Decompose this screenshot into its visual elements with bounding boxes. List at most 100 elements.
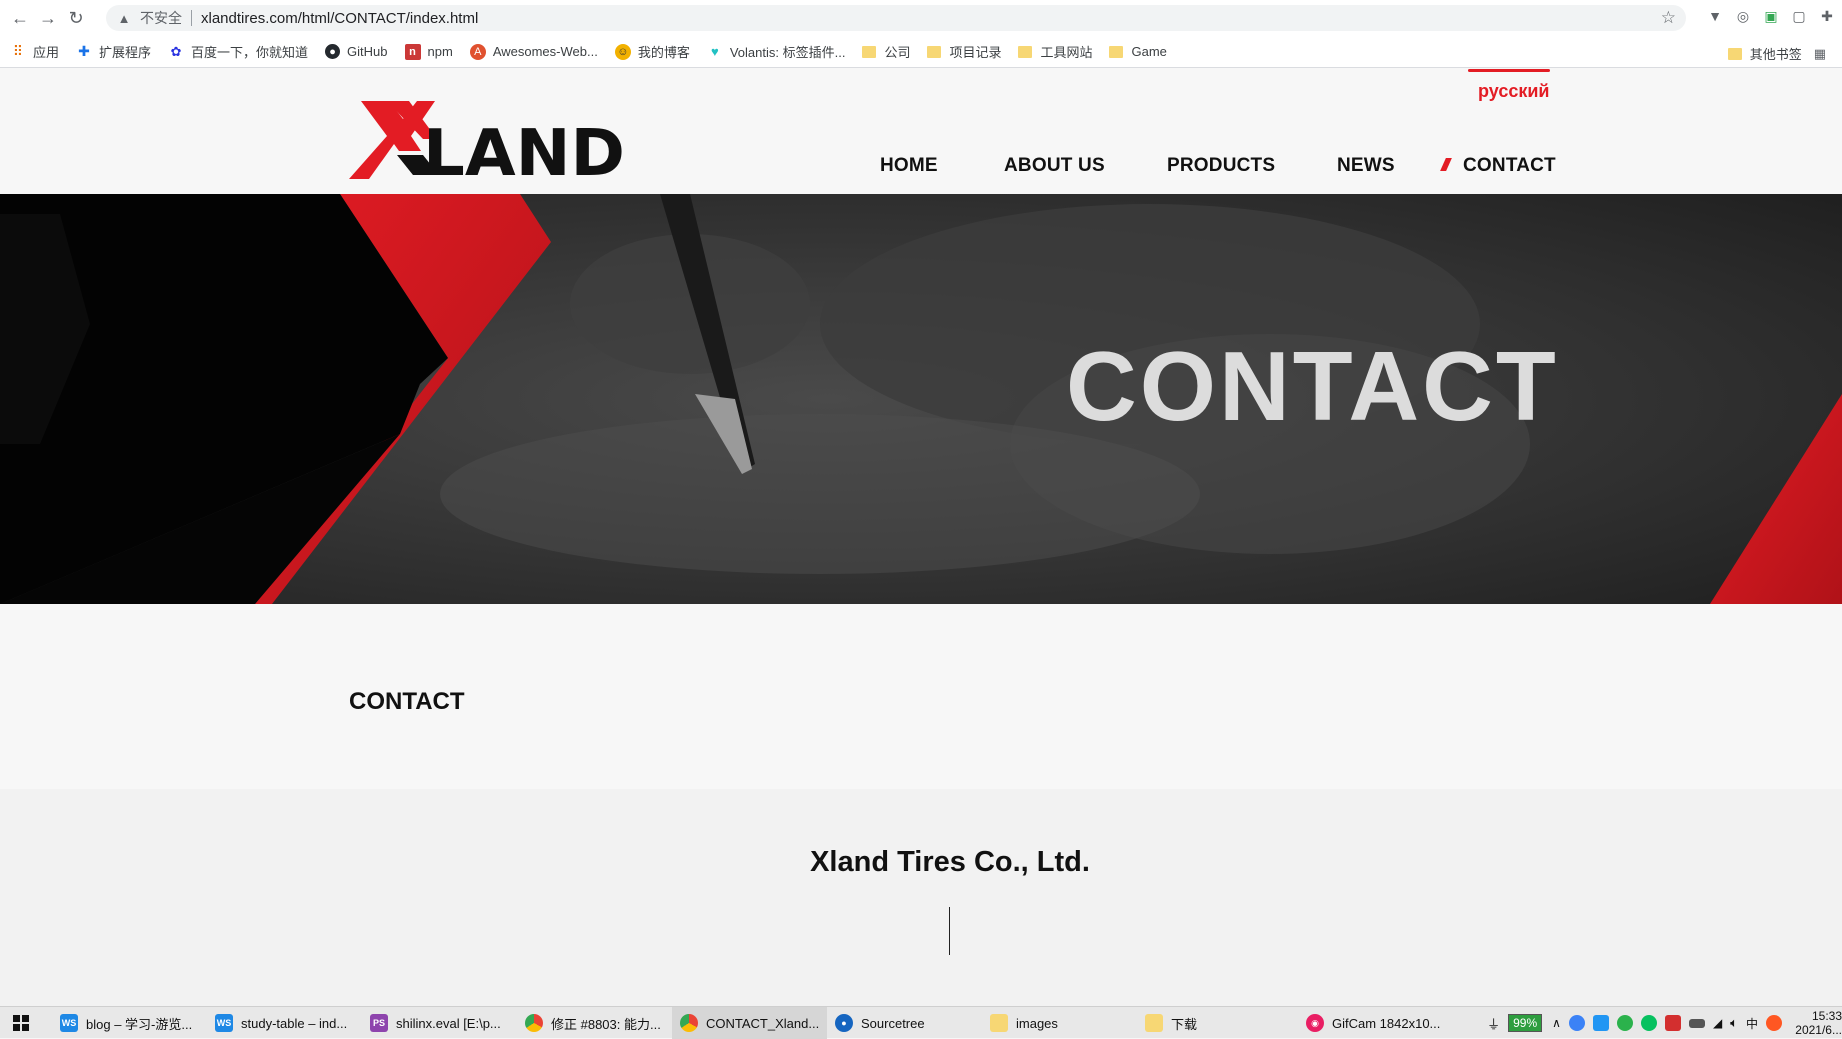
- network-icon[interactable]: ◢: [1713, 1016, 1722, 1030]
- bookmark-label: 公司: [884, 45, 911, 60]
- bookmark-volantis[interactable]: ♥ Volantis: 标签插件...: [707, 42, 845, 61]
- other-bookmarks-label: 其他书签: [1749, 47, 1802, 62]
- folder-icon: [927, 45, 942, 58]
- taskbar-item-shilinx[interactable]: PS shilinx.eval [E:\p...: [362, 1007, 509, 1039]
- bookmark-label: Awesomes-Web...: [492, 44, 598, 59]
- bookmark-extensions[interactable]: ✚ 扩展程序: [76, 42, 151, 61]
- company-name: Xland Tires Co., Ltd.: [810, 846, 1090, 878]
- folder-icon: [990, 1014, 1008, 1032]
- vue-devtools-icon[interactable]: ▼: [1706, 7, 1724, 25]
- warning-icon: ▲: [117, 10, 131, 26]
- power-plug-icon[interactable]: ⏚: [1487, 1014, 1500, 1033]
- bookmark-github[interactable]: ● GitHub: [325, 44, 388, 59]
- taskbar-item-images[interactable]: images: [982, 1007, 1066, 1039]
- system-tray: ⏚ 99% ∧ ◢ 🔈︎ 中 15:33 2021/6...: [1487, 1007, 1842, 1039]
- tray-red-app-icon[interactable]: [1664, 1015, 1681, 1031]
- extension-green-icon[interactable]: ▣: [1762, 7, 1780, 25]
- nav-home[interactable]: HOME: [880, 155, 938, 177]
- folder-icon: [1018, 45, 1033, 58]
- address-bar[interactable]: ▲ 不安全 xlandtires.com/html/CONTACT/index.…: [106, 5, 1686, 31]
- volume-icon[interactable]: 🔈︎: [1730, 1015, 1738, 1031]
- tray-app-icon[interactable]: [1568, 1015, 1585, 1031]
- taskbar-item-sourcetree[interactable]: ● Sourcetree: [827, 1007, 933, 1039]
- folder-icon: [1109, 45, 1124, 58]
- github-icon: ●: [325, 44, 341, 59]
- taskbar-item-chrome-fix[interactable]: 修正 #8803: 能力...: [517, 1007, 669, 1039]
- puzzle-icon: ✚: [78, 43, 90, 59]
- xland-logo[interactable]: LAND: [349, 97, 629, 179]
- windows-taskbar: WS blog – 学习-游览... WS study-table – ind.…: [0, 1006, 1842, 1039]
- forward-button[interactable]: →: [34, 4, 62, 32]
- clock-time: 15:33: [1811, 1009, 1842, 1023]
- insecure-label: 不安全: [140, 10, 182, 26]
- nav-about-us[interactable]: ABOUT US: [1004, 155, 1105, 177]
- bookmark-label: 我的博客: [637, 45, 690, 60]
- reload-button[interactable]: ↻: [62, 4, 90, 32]
- tray-app-p-icon[interactable]: [1592, 1015, 1609, 1031]
- sogou-ime-icon[interactable]: [1766, 1015, 1782, 1031]
- bookmark-awesomes[interactable]: A Awesomes-Web...: [469, 43, 598, 60]
- taskbar-item-gifcam[interactable]: ◉ GifCam 1842x10...: [1298, 1007, 1448, 1039]
- nav-products[interactable]: PRODUCTS: [1167, 155, 1275, 177]
- taskbar-item-study-table[interactable]: WS study-table – ind...: [207, 1007, 355, 1039]
- webstorm-icon: WS: [215, 1014, 233, 1032]
- taskbar-item-label: CONTACT_Xland...: [706, 1015, 820, 1031]
- taskbar-item-label: images: [1016, 1015, 1058, 1031]
- start-button[interactable]: [0, 1007, 42, 1039]
- site-header: LAND русский HOME ABOUT US PRODUCTS NEWS…: [0, 69, 1842, 194]
- company-divider: [949, 907, 950, 955]
- taskbar-item-downloads[interactable]: 下载: [1137, 1007, 1205, 1039]
- bookmark-label: 项目记录: [949, 45, 1002, 60]
- wechat-work-icon[interactable]: [1640, 1015, 1657, 1031]
- battery-tray-icon[interactable]: [1688, 1018, 1705, 1028]
- nav-contact[interactable]: CONTACT: [1463, 155, 1556, 177]
- webstorm-icon: WS: [60, 1014, 78, 1032]
- battery-indicator[interactable]: 99%: [1508, 1014, 1543, 1032]
- bookmark-apps[interactable]: ⠿ 应用: [10, 42, 59, 61]
- reading-list-icon[interactable]: ▦: [1814, 46, 1826, 62]
- taskbar-item-label: Sourcetree: [861, 1015, 925, 1031]
- gifcam-icon: ◉: [1306, 1014, 1324, 1032]
- extension-grey-icon[interactable]: ▢: [1790, 7, 1808, 25]
- back-button[interactable]: ←: [6, 4, 34, 32]
- hero-background: [0, 194, 1842, 604]
- language-indicator-bar: [1468, 69, 1550, 72]
- bookmark-blog[interactable]: ☺ 我的博客: [614, 42, 690, 61]
- contact-section: CONTACT: [0, 604, 1842, 789]
- clock-date: 2021/6...: [1795, 1023, 1842, 1037]
- language-switch-link[interactable]: русский: [1478, 81, 1549, 102]
- bookmark-star-icon[interactable]: ☆: [1661, 8, 1676, 28]
- bookmark-npm[interactable]: n npm: [404, 43, 453, 60]
- wechat-icon[interactable]: [1616, 1015, 1633, 1031]
- bookmark-label: Game: [1131, 44, 1167, 59]
- tray-expand-chevron-icon[interactable]: ∧: [1552, 1016, 1561, 1030]
- address-divider: [191, 10, 192, 26]
- taskbar-item-label: shilinx.eval [E:\p...: [396, 1015, 501, 1031]
- taskbar-item-blog[interactable]: WS blog – 学习-游览...: [52, 1007, 200, 1039]
- taskbar-item-label: 修正 #8803: 能力...: [551, 1016, 661, 1032]
- ime-icon[interactable]: 中: [1746, 1015, 1758, 1032]
- npm-icon: n: [404, 43, 421, 60]
- bookmark-folder-company[interactable]: 公司: [862, 42, 910, 61]
- bookmark-label: npm: [427, 44, 453, 59]
- bookmark-folder-tools[interactable]: 工具网站: [1018, 42, 1092, 61]
- url-text[interactable]: xlandtires.com/html/CONTACT/index.html: [201, 10, 478, 27]
- nav-active-marker: [1440, 158, 1452, 171]
- volantis-icon: ♥: [710, 44, 719, 59]
- folder-icon: [862, 45, 877, 58]
- extension-icon[interactable]: ◎: [1734, 7, 1752, 25]
- nav-news[interactable]: NEWS: [1337, 155, 1395, 177]
- logo-text: LAND: [423, 117, 625, 179]
- bookmark-label: 扩展程序: [99, 45, 152, 60]
- apps-grid-icon: ⠿: [12, 43, 24, 59]
- taskbar-item-chrome-contact[interactable]: CONTACT_Xland...: [672, 1007, 828, 1039]
- other-bookmarks[interactable]: 其他书签 ▦: [1727, 44, 1826, 63]
- bookmark-baidu[interactable]: ✿ 百度一下，你就知道: [168, 42, 308, 61]
- bookmark-folder-projects[interactable]: 项目记录: [927, 42, 1001, 61]
- extensions-area: ▼ ◎ ▣ ▢ ✚: [1706, 7, 1836, 25]
- bookmark-folder-game[interactable]: Game: [1109, 44, 1167, 59]
- taskbar-item-label: 下载: [1171, 1016, 1198, 1032]
- extensions-puzzle-icon[interactable]: ✚: [1818, 7, 1836, 25]
- taskbar-item-label: study-table – ind...: [241, 1015, 348, 1031]
- clock[interactable]: 15:33 2021/6...: [1792, 1007, 1842, 1039]
